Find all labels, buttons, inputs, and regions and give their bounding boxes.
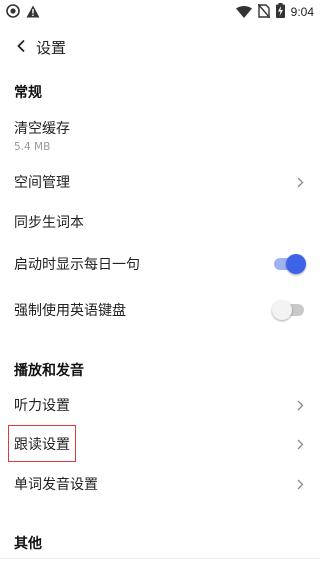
circle-icon (6, 3, 20, 22)
space-management-row[interactable]: 空间管理 (0, 162, 320, 202)
clear-cache-row[interactable]: 清空缓存 5.4 MB (0, 108, 320, 162)
sync-wordbook-row[interactable]: 同步生词本 (0, 202, 320, 242)
listening-settings-row[interactable]: 听力设置 (0, 385, 320, 425)
chevron-left-icon (16, 38, 28, 57)
space-management-label: 空间管理 (14, 175, 70, 191)
app-header: 设置 (0, 24, 320, 70)
chevron-right-icon (294, 399, 306, 411)
wifi-icon (235, 3, 252, 22)
sync-wordbook-label: 同步生词本 (14, 215, 84, 231)
section-title-other: 其他 (14, 536, 42, 552)
chevron-right-icon (294, 438, 306, 450)
cache-size: 5.4 MB (14, 140, 51, 153)
listening-settings-label: 听力设置 (14, 398, 70, 414)
page-title: 设置 (36, 38, 67, 57)
toggle-knob (272, 300, 292, 320)
chevron-right-icon (294, 176, 306, 188)
word-pronunciation-settings-label: 单词发音设置 (14, 477, 98, 493)
status-time: 9:04 (290, 5, 314, 19)
clear-cache-label: 清空缓存 (14, 120, 70, 137)
section-title-playback: 播放和发音 (14, 363, 84, 379)
chevron-right-icon (294, 478, 306, 490)
toggle-knob (286, 254, 306, 274)
section-title-general: 常规 (14, 85, 42, 101)
divider (0, 558, 320, 559)
status-bar: 9:04 (0, 0, 320, 24)
battery-charging-icon (275, 2, 285, 22)
no-sim-icon (257, 3, 271, 22)
word-pronunciation-settings-row[interactable]: 单词发音设置 (0, 464, 320, 504)
daily-sentence-toggle[interactable] (274, 252, 306, 276)
daily-sentence-row[interactable]: 启动时显示每日一句 (0, 244, 320, 284)
daily-sentence-label: 启动时显示每日一句 (14, 257, 140, 273)
back-button[interactable] (10, 35, 34, 59)
warning-icon (26, 3, 40, 22)
force-english-keyboard-toggle[interactable] (272, 298, 306, 322)
highlight-box (8, 425, 76, 462)
force-english-keyboard-row[interactable]: 强制使用英语键盘 (0, 290, 320, 330)
force-english-keyboard-label: 强制使用英语键盘 (14, 303, 126, 319)
